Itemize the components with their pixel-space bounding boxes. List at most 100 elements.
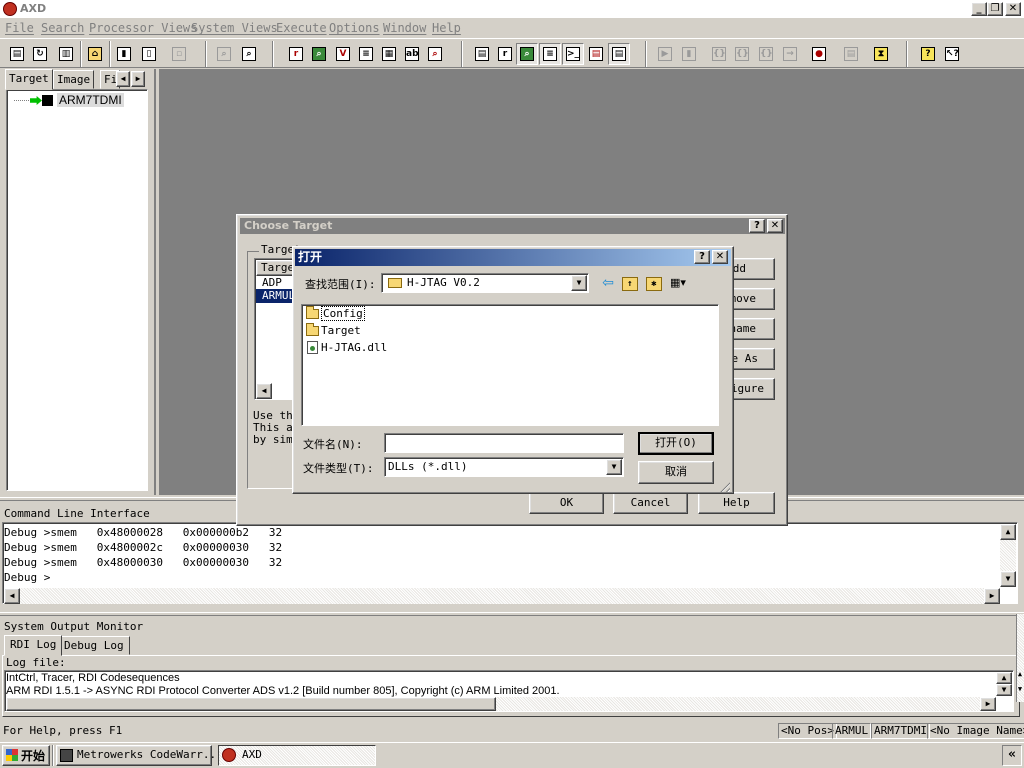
menu-file[interactable]: File: [5, 21, 34, 35]
help-icon[interactable]: ?: [917, 43, 939, 65]
open-button[interactable]: 打开(O): [638, 432, 714, 455]
back-icon[interactable]: ⇦: [598, 275, 618, 293]
chevron-down-icon[interactable]: ▼: [571, 275, 587, 291]
scroll-right-icon[interactable]: ▶: [984, 588, 1000, 604]
sys-list-icon[interactable]: ≡: [539, 43, 561, 65]
file-item-target[interactable]: Target: [305, 323, 361, 338]
up-folder-icon[interactable]: ↑: [622, 277, 638, 291]
od-help-icon[interactable]: ?: [694, 250, 710, 264]
sys-output-icon[interactable]: ▤: [585, 43, 607, 65]
open-file-icon[interactable]: ⌂: [84, 43, 106, 65]
target-row-armul[interactable]: ARMUL: [256, 289, 296, 303]
view-menu-icon[interactable]: ▦▾: [670, 277, 692, 291]
load-image-icon[interactable]: ▤: [6, 43, 28, 65]
reload-image-icon[interactable]: ↻: [29, 43, 51, 65]
disassembly-view-icon[interactable]: ab: [401, 43, 423, 65]
tab-scroll-left-icon[interactable]: ◀: [116, 71, 130, 87]
context-help-icon[interactable]: ↖?: [941, 43, 963, 65]
minimize-icon[interactable]: _: [971, 2, 987, 16]
log-hscroll-thumb[interactable]: [6, 697, 496, 711]
cli-prompt[interactable]: Debug >: [4, 571, 50, 584]
sys-watch-icon[interactable]: ⌕: [516, 43, 538, 65]
scroll-up-icon[interactable]: ▲: [1000, 524, 1016, 540]
log-file-label: Log file:: [6, 656, 66, 669]
delete-icon[interactable]: ▫: [168, 43, 190, 65]
window-title: AXD: [20, 2, 47, 15]
splitter[interactable]: [0, 612, 1024, 616]
scroll-up-icon[interactable]: ▲: [996, 672, 1012, 684]
breakpoint-icon[interactable]: ●: [808, 43, 830, 65]
tab-target[interactable]: Target: [5, 69, 53, 90]
menu-execute[interactable]: Execute: [276, 21, 327, 35]
task-axd-label: AXD: [242, 748, 262, 761]
chevron-down-icon[interactable]: ▼: [606, 459, 622, 475]
stop-icon[interactable]: ▮: [678, 43, 700, 65]
step-icon[interactable]: {}: [731, 43, 753, 65]
outer-scroll-down-icon[interactable]: ▼: [1016, 685, 1024, 699]
scroll-down-icon[interactable]: ▼: [1000, 571, 1016, 587]
tab-image[interactable]: Image: [53, 70, 95, 89]
find-next-icon[interactable]: ⌕: [238, 43, 260, 65]
watchpoint-icon[interactable]: ▤: [840, 43, 862, 65]
help-button[interactable]: Help: [698, 492, 775, 514]
sys-registers-icon[interactable]: ▤: [471, 43, 493, 65]
registers-view-icon[interactable]: r: [285, 43, 307, 65]
tab-debug-log[interactable]: Debug Log: [58, 636, 130, 655]
target-tree: [6, 89, 148, 491]
source-view-icon[interactable]: ⌕: [424, 43, 446, 65]
target-column-header[interactable]: Targe: [256, 260, 296, 276]
sys-cli-icon[interactable]: >_: [562, 43, 584, 65]
outer-scroll-up-icon[interactable]: ▲: [1016, 670, 1024, 684]
cli-hscrollbar[interactable]: [4, 588, 1000, 604]
tab-scroll-right-icon[interactable]: ▶: [131, 71, 145, 87]
menu-options[interactable]: Options: [329, 21, 380, 35]
target-row-adp[interactable]: ADP: [262, 276, 282, 290]
cancel-button[interactable]: Cancel: [613, 492, 688, 514]
filename-label: 文件名(N):: [303, 438, 363, 451]
file-item-config[interactable]: Config: [305, 306, 365, 321]
scroll-down-icon[interactable]: ▼: [996, 684, 1012, 696]
copy-icon[interactable]: ▮: [113, 43, 135, 65]
menu-system-views[interactable]: System Views: [191, 21, 278, 35]
restore-icon[interactable]: ❐: [987, 2, 1003, 16]
axd-task-icon: [222, 748, 236, 762]
ok-button[interactable]: OK: [529, 492, 604, 514]
watch-view-icon[interactable]: ⌕: [308, 43, 330, 65]
go-icon[interactable]: ▶: [654, 43, 676, 65]
hourglass-icon[interactable]: ⧗: [870, 43, 892, 65]
folder-icon: [388, 278, 402, 288]
find-icon[interactable]: ⌕: [213, 43, 235, 65]
tray-chevron-icon[interactable]: «: [1002, 745, 1022, 766]
chip-icon: [42, 95, 53, 106]
target-help-text-3: by sim: [253, 433, 293, 446]
step-in-icon[interactable]: {}: [708, 43, 730, 65]
scroll-right-icon[interactable]: ▶: [980, 697, 996, 711]
file-list[interactable]: [301, 304, 719, 426]
sys-r-icon[interactable]: r: [494, 43, 516, 65]
ct-help-icon[interactable]: ?: [749, 219, 765, 233]
step-out-icon[interactable]: {}: [755, 43, 777, 65]
od-close-icon[interactable]: ✕: [712, 250, 728, 264]
od-cancel-button[interactable]: 取消: [638, 461, 714, 484]
ct-close-icon[interactable]: ✕: [767, 219, 783, 233]
menu-search[interactable]: Search: [41, 21, 84, 35]
load-session-icon[interactable]: ▥: [55, 43, 77, 65]
target-list-scroll-left-icon[interactable]: ◀: [256, 383, 272, 399]
scroll-left-icon[interactable]: ◀: [4, 588, 20, 604]
menu-processor-views[interactable]: Processor Views: [89, 21, 197, 35]
memory-view-icon[interactable]: ▦: [378, 43, 400, 65]
output-monitor-title: System Output Monitor: [4, 620, 144, 633]
menu-window[interactable]: Window: [383, 21, 426, 35]
filename-input[interactable]: [384, 433, 624, 453]
tab-rdi-log[interactable]: RDI Log: [4, 635, 63, 656]
run-to-cursor-icon[interactable]: →: [779, 43, 801, 65]
file-item-hjtag-dll[interactable]: H-JTAG.dll: [305, 341, 387, 355]
backtrace-view-icon[interactable]: ≡: [355, 43, 377, 65]
paste-icon[interactable]: ▯: [138, 43, 160, 65]
variables-view-icon[interactable]: V: [332, 43, 354, 65]
close-icon[interactable]: ✕: [1005, 2, 1021, 16]
new-folder-icon[interactable]: ✱: [646, 277, 662, 291]
sys-monitor-icon[interactable]: ▤: [608, 43, 630, 65]
tree-item-arm7tdmi[interactable]: ARM7TDMI: [57, 93, 124, 107]
menu-help[interactable]: Help: [432, 21, 461, 35]
